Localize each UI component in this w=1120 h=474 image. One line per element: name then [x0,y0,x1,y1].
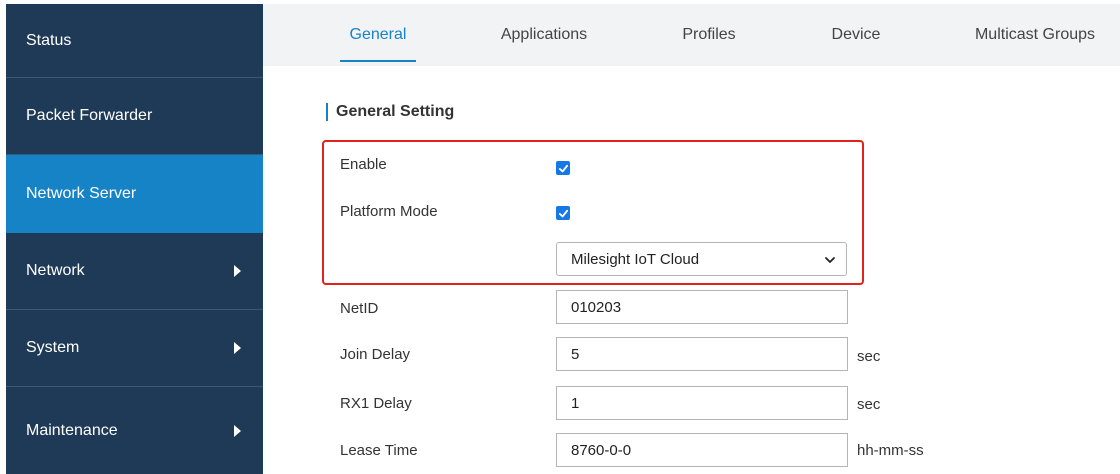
lease-time-input[interactable]: 8760-0-0 [556,433,848,467]
sidebar-item-label: Status [26,31,72,49]
caret-right-icon [234,342,241,354]
rx1-delay-label: RX1 Delay [340,395,412,412]
check-icon [558,209,568,217]
sidebar: Status Packet Forwarder Network Server N… [6,4,263,474]
tab-label: General [349,26,407,43]
tab-bar: General Applications Profiles Device Mul… [263,4,1120,66]
join-delay-input[interactable]: 5 [556,337,848,371]
platform-mode-select[interactable]: Milesight IoT Cloud [556,242,847,276]
sidebar-item-network[interactable]: Network [6,233,263,310]
sidebar-item-packet-forwarder[interactable]: Packet Forwarder [6,78,263,155]
tab-label: Profiles [682,26,736,43]
caret-right-icon [234,424,241,437]
sidebar-item-label: Network [26,262,85,279]
netid-label: NetID [340,300,379,317]
sidebar-item-status[interactable]: Status [6,4,263,78]
sidebar-item-maintenance[interactable]: Maintenance [6,387,263,474]
join-delay-label: Join Delay [340,346,411,363]
tab-applications[interactable]: Applications [489,4,599,66]
tab-general[interactable]: General [340,4,416,66]
tab-label: Multicast Groups [974,26,1096,43]
platform-mode-selected-value: Milesight IoT Cloud [571,250,700,268]
lease-time-label: Lease Time [340,442,418,459]
tab-multicast-groups[interactable]: Multicast Groups [965,4,1105,66]
sidebar-item-label: System [26,339,80,356]
join-delay-unit: sec [857,348,881,365]
lease-time-unit: hh-mm-ss [857,442,924,459]
rx1-delay-unit: sec [857,396,881,413]
platform-mode-checkbox[interactable] [556,206,570,220]
sidebar-item-label: Maintenance [26,421,118,439]
platform-mode-label: Platform Mode [340,203,438,220]
chevron-down-icon [825,257,835,263]
netid-input[interactable]: 010203 [556,290,848,324]
caret-right-icon [234,265,241,277]
sidebar-item-label: Packet Forwarder [26,107,153,124]
tab-profiles[interactable]: Profiles [674,4,744,66]
rx1-delay-input[interactable]: 1 [556,386,848,420]
tab-label: Applications [500,26,588,43]
enable-checkbox[interactable] [556,161,570,175]
section-title-text: General Setting [336,103,455,120]
enable-label: Enable [340,156,387,173]
tab-device[interactable]: Device [823,4,889,66]
sidebar-item-system[interactable]: System [6,310,263,387]
section-title-bar [326,103,328,121]
sidebar-item-label: Network Server [26,184,137,202]
section-title: General Setting [326,101,454,123]
tab-label: Device [831,26,881,43]
sidebar-item-network-server[interactable]: Network Server [6,155,263,233]
check-icon [558,164,568,172]
